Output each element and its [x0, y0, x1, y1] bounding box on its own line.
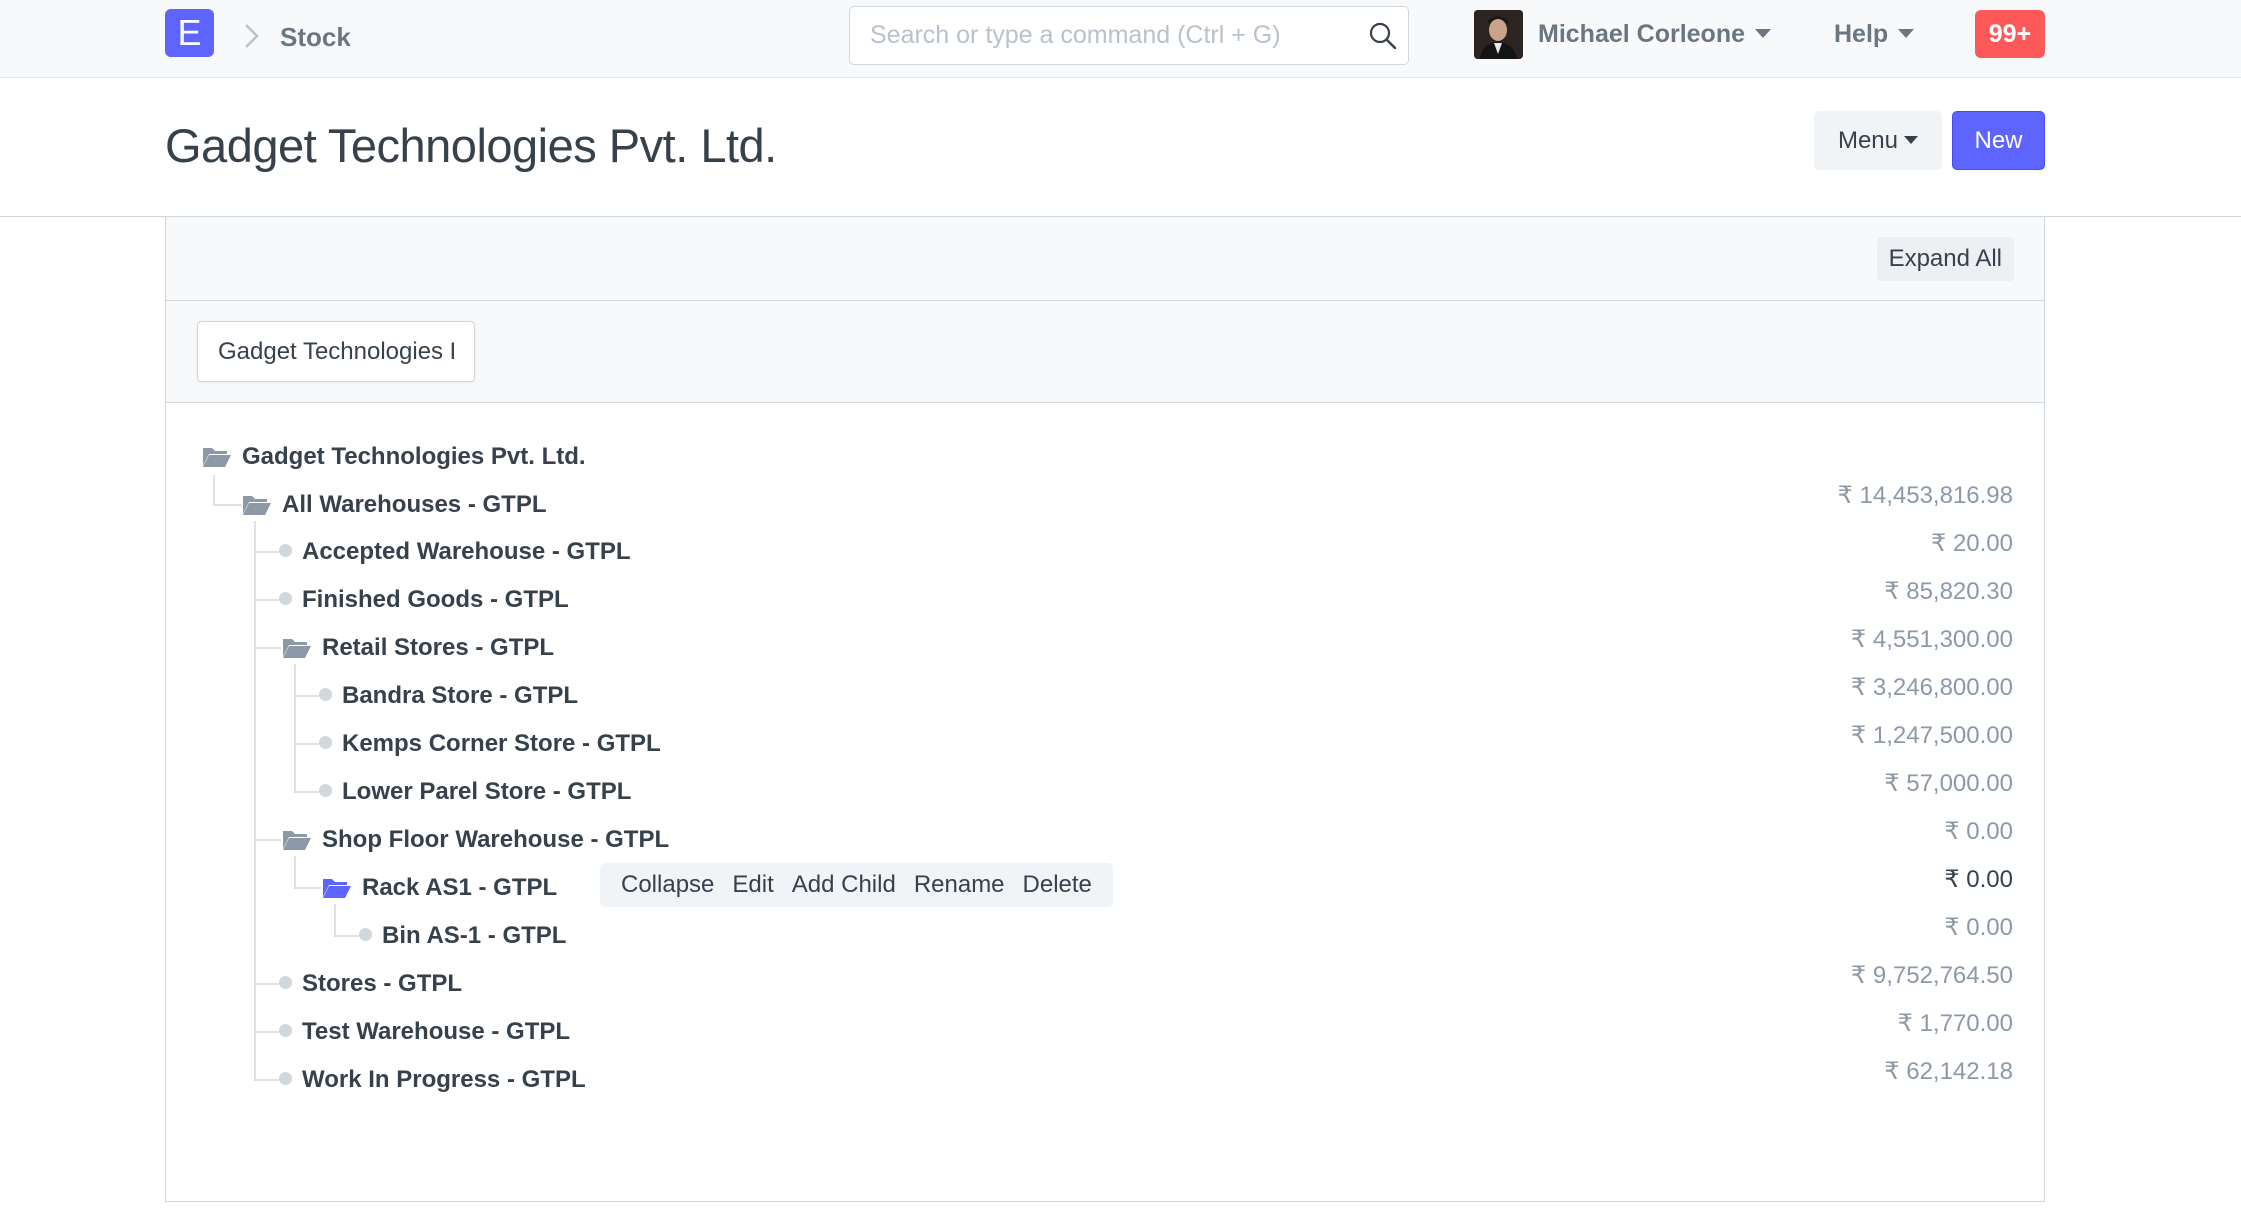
- tree-node-bandra-store[interactable]: Bandra Store - GTPL: [319, 676, 578, 716]
- tree-node-test-warehouse[interactable]: Test Warehouse - GTPL: [279, 1012, 570, 1052]
- delete-action[interactable]: Delete: [1023, 871, 1092, 898]
- balance-all-warehouses: ₹ 14,453,816.98: [1837, 482, 2013, 509]
- user-menu[interactable]: Michael Corleone: [1538, 20, 1771, 49]
- tree-node-label: Lower Parel Store - GTPL: [342, 778, 632, 805]
- balance-stores: ₹ 9,752,764.50: [1850, 962, 2013, 989]
- balance-bin-as-1: ₹ 0.00: [1944, 914, 2013, 941]
- tree-node-root[interactable]: Gadget Technologies Pvt. Ltd.: [202, 437, 586, 477]
- help-menu[interactable]: Help: [1834, 20, 1915, 49]
- leaf-dot-icon: [279, 976, 292, 990]
- leaf-dot-icon: [319, 688, 332, 702]
- navbar: E Stock Michael Corleone Help 99+: [0, 0, 2241, 78]
- tree-node-label: Stores - GTPL: [302, 970, 463, 997]
- caret-down-icon: [1904, 135, 1919, 144]
- tree-node-label: Rack AS1 - GTPL: [362, 874, 558, 901]
- new-button[interactable]: New: [1952, 111, 2045, 170]
- search-icon[interactable]: [1368, 21, 1398, 51]
- page-head: Gadget Technologies Pvt. Ltd. Menu New: [0, 78, 2241, 217]
- notifications-badge[interactable]: 99+: [1975, 10, 2045, 58]
- page-title: Gadget Technologies Pvt. Ltd.: [165, 119, 777, 172]
- balance-shop-floor-warehouse: ₹ 0.00: [1944, 818, 2013, 845]
- node-actions-toolbar: Collapse Edit Add Child Rename Delete: [600, 863, 1113, 907]
- edit-action[interactable]: Edit: [732, 871, 773, 898]
- balance-finished-goods: ₹ 85,820.30: [1884, 578, 2013, 605]
- chevron-right-icon: [245, 24, 259, 48]
- tree-node-label: Test Warehouse - GTPL: [302, 1018, 571, 1045]
- folder-open-icon: [283, 638, 311, 658]
- balance-kemps-corner-store: ₹ 1,247,500.00: [1850, 722, 2013, 749]
- balance-rack-as1: ₹ 0.00: [1944, 866, 2013, 893]
- tree-node-label: Gadget Technologies Pvt. Ltd.: [242, 443, 586, 470]
- tree-node-label: Bin AS-1 - GTPL: [382, 922, 567, 949]
- tree-node-rack-as1[interactable]: Rack AS1 - GTPL: [322, 868, 557, 908]
- leaf-dot-icon: [279, 544, 292, 558]
- leaf-dot-icon: [319, 784, 332, 798]
- balance-work-in-progress: ₹ 62,142.18: [1884, 1058, 2013, 1085]
- tree-card: Expand All Gadget Technologies Pvt. Ltd.…: [165, 217, 2045, 1202]
- rename-action[interactable]: Rename: [914, 871, 1005, 898]
- app-logo[interactable]: E: [165, 9, 214, 57]
- folder-open-icon: [203, 447, 231, 467]
- leaf-dot-icon: [319, 736, 332, 750]
- breadcrumb-stock[interactable]: Stock: [280, 22, 351, 53]
- user-name: Michael Corleone: [1538, 20, 1745, 48]
- tree-node-label: Work In Progress - GTPL: [302, 1066, 586, 1093]
- tree-node-kemps-corner-store[interactable]: Kemps Corner Store - GTPL: [319, 724, 661, 764]
- leaf-dot-icon: [279, 592, 292, 606]
- leaf-dot-icon: [279, 1072, 292, 1086]
- collapse-action[interactable]: Collapse: [621, 871, 714, 898]
- search-bar: [849, 6, 1409, 65]
- tree-node-shop-floor-warehouse[interactable]: Shop Floor Warehouse - GTPL: [282, 820, 669, 860]
- folder-open-icon: [323, 878, 351, 898]
- tree-node-finished-goods[interactable]: Finished Goods - GTPL: [279, 580, 569, 620]
- help-label: Help: [1834, 20, 1889, 48]
- tree-node-accepted-warehouse[interactable]: Accepted Warehouse - GTPL: [279, 532, 631, 572]
- leaf-dot-icon: [359, 928, 372, 942]
- balance-retail-stores: ₹ 4,551,300.00: [1850, 626, 2013, 653]
- tree-node-work-in-progress[interactable]: Work In Progress - GTPL: [279, 1060, 586, 1100]
- tree-node-label: Shop Floor Warehouse - GTPL: [322, 826, 670, 853]
- tree-node-retail-stores[interactable]: Retail Stores - GTPL: [282, 628, 554, 668]
- tree-node-lower-parel-store[interactable]: Lower Parel Store - GTPL: [319, 772, 631, 812]
- tree-node-bin-as-1[interactable]: Bin AS-1 - GTPL: [359, 916, 566, 956]
- caret-down-icon: [1898, 28, 1915, 38]
- menu-label: Menu: [1837, 127, 1899, 154]
- balance-bandra-store: ₹ 3,246,800.00: [1850, 674, 2013, 701]
- avatar[interactable]: [1474, 10, 1523, 59]
- add-child-action[interactable]: Add Child: [792, 871, 896, 898]
- tree-node-stores[interactable]: Stores - GTPL: [279, 964, 462, 1004]
- tree-node-all-warehouses[interactable]: All Warehouses - GTPL: [242, 485, 546, 525]
- tree-node-label: Bandra Store - GTPL: [342, 682, 579, 709]
- menu-button[interactable]: Menu: [1814, 111, 1942, 170]
- balance-lower-parel-store: ₹ 57,000.00: [1884, 770, 2013, 797]
- leaf-dot-icon: [279, 1024, 292, 1038]
- tree-node-label: Finished Goods - GTPL: [302, 586, 569, 613]
- balance-accepted-warehouse: ₹ 20.00: [1931, 530, 2013, 557]
- folder-open-icon: [243, 495, 271, 515]
- tree-node-label: Accepted Warehouse - GTPL: [302, 538, 631, 565]
- tree-node-label: Kemps Corner Store - GTPL: [342, 730, 661, 757]
- tree-node-label: All Warehouses - GTPL: [282, 491, 547, 518]
- caret-down-icon: [1755, 28, 1771, 38]
- folder-open-icon: [283, 830, 311, 850]
- search-input[interactable]: [870, 7, 1350, 64]
- tree-node-label: Retail Stores - GTPL: [322, 634, 555, 661]
- balance-test-warehouse: ₹ 1,770.00: [1897, 1010, 2013, 1037]
